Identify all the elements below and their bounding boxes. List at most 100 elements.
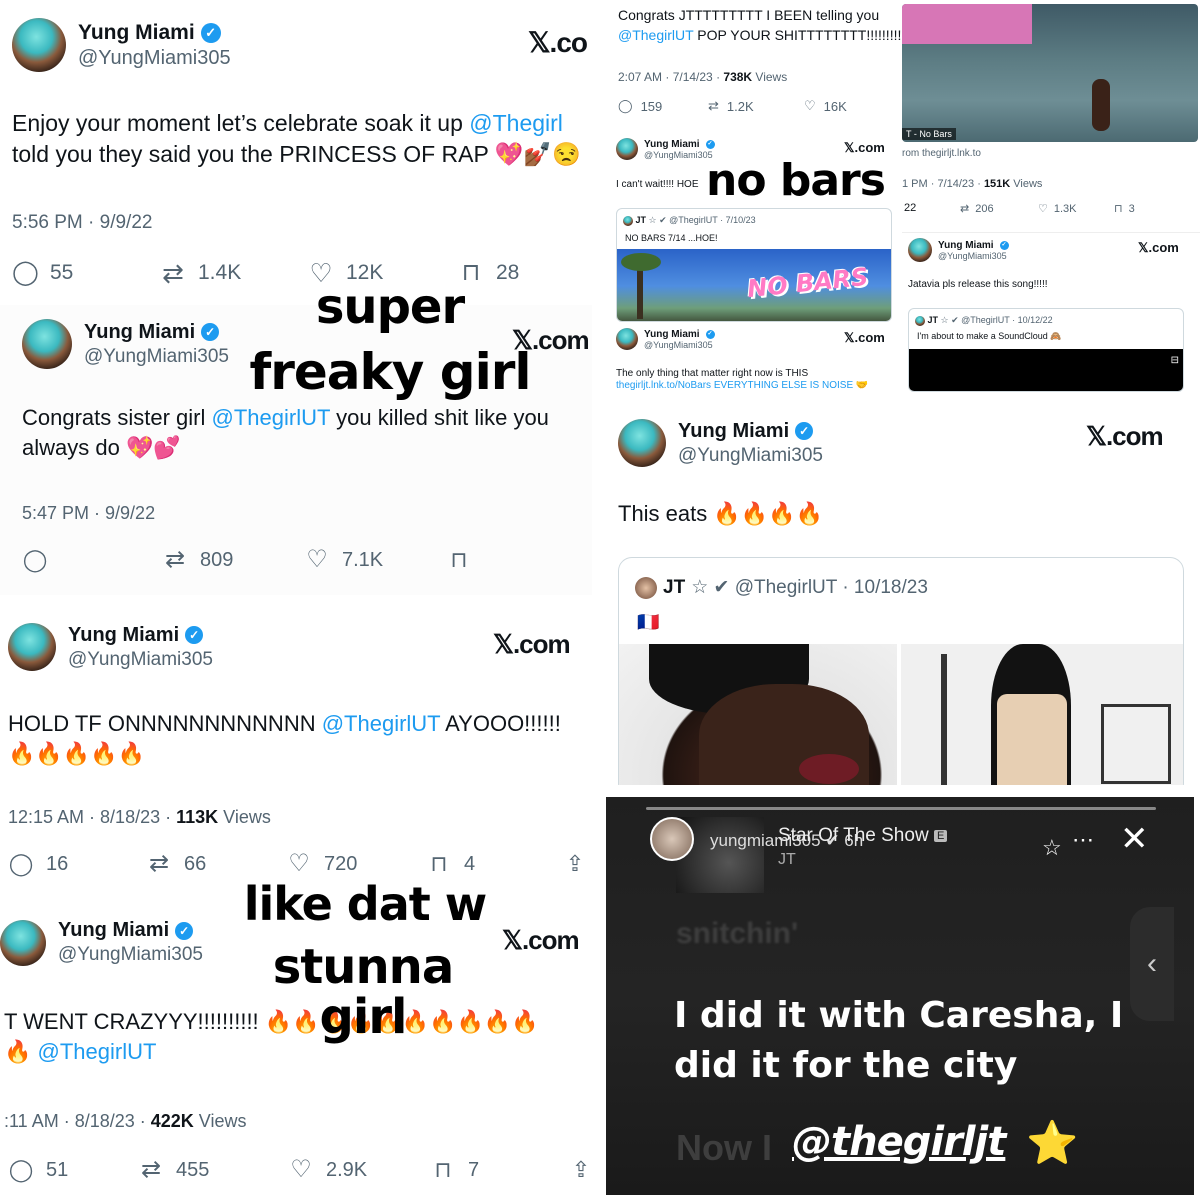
x-logo[interactable]: 𝕏.com: [493, 629, 571, 660]
handle[interactable]: @YungMiami305: [644, 150, 715, 160]
quote-display-name[interactable]: JT: [663, 577, 685, 599]
star-icon[interactable]: ☆: [1042, 835, 1062, 861]
quote-tweet[interactable]: JT ☆ ✔ @ThegirlUT · 7/10/23 NO BARS 7/14…: [616, 208, 892, 322]
timestamp[interactable]: 2:07 AM · 7/14/23 · 738K Views: [618, 70, 787, 84]
x-logo[interactable]: 𝕏.com: [1138, 240, 1179, 256]
avatar[interactable]: [22, 319, 72, 369]
story-panel: yungmiami305 ✔ 6h Star Of The Show E JT …: [606, 797, 1194, 1195]
more-icon[interactable]: ⋯: [1072, 827, 1094, 853]
handle[interactable]: @YungMiami305: [644, 340, 715, 350]
handle[interactable]: @YungMiami305: [58, 944, 203, 966]
bookmark-icon[interactable]: ⊓: [446, 547, 472, 573]
x-logo[interactable]: 𝕏.com: [844, 330, 885, 346]
timestamp[interactable]: :11 AM · 8/18/23 · 422K Views: [4, 1111, 246, 1132]
handle[interactable]: @YungMiami305: [68, 649, 213, 671]
quote-meta: ☆ ✔ @ThegirlUT · 10/18/23: [691, 577, 928, 598]
share-icon[interactable]: ⇪: [568, 1157, 593, 1183]
bookmark-icon[interactable]: ⊓: [426, 851, 452, 877]
fullscreen-icon[interactable]: ⊟: [1171, 355, 1179, 366]
display-name[interactable]: Yung Miami: [644, 329, 700, 340]
close-icon[interactable]: ✕: [1120, 819, 1149, 859]
reply-icon[interactable]: ◯: [8, 851, 34, 877]
reply-count: 16: [46, 852, 69, 875]
avatar[interactable]: [8, 623, 56, 671]
share-icon[interactable]: ⇪: [562, 851, 588, 877]
mention-link[interactable]: @ThegirlUT: [618, 27, 693, 43]
like-icon[interactable]: ♡: [1038, 202, 1048, 215]
divider: [606, 785, 1200, 797]
display-name[interactable]: Yung Miami: [644, 139, 700, 150]
display-name[interactable]: Yung Miami: [58, 919, 169, 942]
like-count: 7.1K: [342, 548, 384, 571]
handle[interactable]: @YungMiami305: [678, 445, 823, 467]
x-logo[interactable]: 𝕏.com: [502, 925, 580, 956]
caption-no-bars: no bars: [706, 155, 886, 206]
retweet-icon[interactable]: ⇄: [162, 547, 188, 573]
timestamp-2[interactable]: 1 PM · 7/14/23 · 151K Views: [902, 178, 1042, 190]
display-name[interactable]: Yung Miami: [938, 240, 994, 251]
display-name[interactable]: Yung Miami: [678, 420, 789, 443]
bookmark-icon[interactable]: ⊓: [1114, 202, 1123, 215]
reply-icon[interactable]: ◯: [618, 98, 633, 114]
like-icon[interactable]: ♡: [288, 1157, 314, 1183]
mention-link[interactable]: @ThegirlUT: [322, 711, 441, 736]
tweet-text: HOLD TF ONNNNNNNNNNNN @ThegirlUT AYOOO!!…: [8, 711, 561, 766]
like-icon[interactable]: ♡: [304, 547, 330, 573]
quote-tweet[interactable]: JT ☆ ✔ @ThegirlUT · 10/18/23 🇫🇷: [618, 557, 1184, 785]
bookmark-count: 28: [496, 261, 520, 284]
verified-badge-icon: ✓: [795, 422, 814, 440]
reply-count: 51: [46, 1158, 69, 1181]
like-icon[interactable]: ♡: [804, 98, 816, 114]
like-count: 2.9K: [326, 1158, 368, 1181]
reply-icon[interactable]: ◯: [12, 260, 39, 286]
video-player[interactable]: ⊟: [909, 349, 1183, 391]
bookmark-count: 4: [464, 852, 476, 875]
mention-link[interactable]: @Thegirl: [469, 110, 563, 136]
explicit-badge: E: [933, 829, 948, 842]
handle[interactable]: @YungMiami305: [78, 47, 231, 70]
mention-link[interactable]: @ThegirlUT: [38, 1039, 157, 1064]
handle[interactable]: @YungMiami305: [84, 346, 229, 368]
retweet-icon[interactable]: ⇄: [708, 98, 719, 114]
quote-photo-1[interactable]: [619, 644, 897, 785]
reply-icon[interactable]: ◯: [8, 1157, 34, 1183]
link-text[interactable]: rom thegirljt.lnk.to: [902, 148, 981, 159]
avatar[interactable]: [0, 919, 46, 966]
retweet-icon[interactable]: ⇄: [146, 851, 172, 877]
x-logo[interactable]: 𝕏.co: [528, 26, 588, 59]
mention-link[interactable]: @ThegirlUT: [212, 405, 331, 430]
avatar[interactable]: [616, 138, 638, 160]
tweet-text: Congrats sister girl @ThegirlUT you kill…: [22, 405, 549, 460]
timestamp[interactable]: 5:47 PM · 9/9/22: [22, 503, 155, 524]
video-thumbnail[interactable]: T - No Bars: [902, 4, 1198, 142]
retweet-icon[interactable]: ⇄: [960, 202, 969, 215]
x-logo[interactable]: 𝕏.com: [844, 140, 885, 156]
avatar[interactable]: [616, 328, 638, 350]
tweet-panel-3: Yung Miami ✓ @YungMiami305 𝕏.com HOLD TF …: [0, 605, 600, 905]
prev-arrow-icon[interactable]: ‹: [1130, 907, 1174, 1021]
x-logo[interactable]: 𝕏.com: [1086, 421, 1164, 452]
display-name[interactable]: Yung Miami: [84, 321, 195, 344]
timestamp[interactable]: 5:56 PM · 9/9/22: [12, 212, 152, 234]
flag-emoji: 🇫🇷: [637, 612, 660, 632]
quote-tweet[interactable]: JT ☆ ✔ @ThegirlUT · 10/12/22 I'm about t…: [908, 308, 1184, 392]
like-icon[interactable]: ♡: [286, 851, 312, 877]
reply-icon[interactable]: ◯: [22, 547, 48, 573]
retweet-icon[interactable]: ⇄: [138, 1157, 164, 1183]
caption-like-dat-w: like dat w: [243, 877, 488, 931]
timestamp[interactable]: 12:15 AM · 8/18/23 · 113K Views: [8, 807, 271, 828]
song-title[interactable]: Star Of The Show E: [778, 825, 948, 847]
avatar[interactable]: [908, 238, 932, 262]
mention-sticker[interactable]: @thegirljt: [792, 1119, 1006, 1165]
song-artist[interactable]: JT: [778, 851, 796, 869]
link-text[interactable]: thegirljt.lnk.to/NoBars EVERYTHING ELSE …: [616, 380, 868, 391]
display-name[interactable]: Yung Miami: [78, 21, 195, 45]
bookmark-icon[interactable]: ⊓: [430, 1157, 456, 1183]
display-name[interactable]: Yung Miami: [68, 624, 179, 647]
avatar[interactable]: [12, 18, 66, 72]
retweet-icon[interactable]: ⇄: [160, 260, 186, 286]
avatar[interactable]: [618, 419, 666, 467]
quote-photo-2[interactable]: [901, 644, 1183, 785]
avatar[interactable]: [650, 817, 694, 861]
handle[interactable]: @YungMiami305: [938, 251, 1009, 261]
